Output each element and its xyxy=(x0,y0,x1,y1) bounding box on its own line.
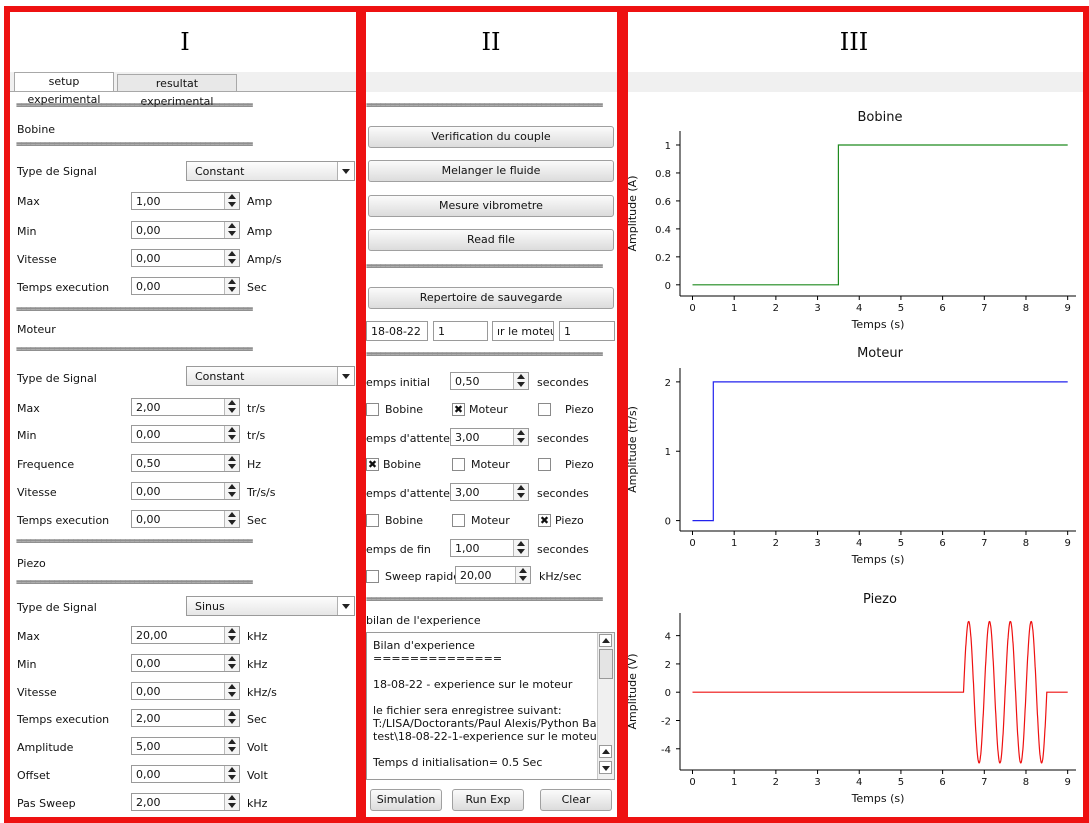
x-tick-label: 0 xyxy=(689,538,695,549)
y-tick-label: 0 xyxy=(665,281,671,292)
x-tick-label: 2 xyxy=(773,303,779,314)
y-axis-label: Amplitude (V) xyxy=(626,654,639,730)
x-tick-label: 8 xyxy=(1023,303,1029,314)
x-tick-label: 6 xyxy=(939,303,945,314)
x-tick-label: 7 xyxy=(981,538,987,549)
y-tick-label: 0.6 xyxy=(655,197,671,208)
x-tick-label: 4 xyxy=(856,777,862,788)
y-tick-label: -4 xyxy=(661,745,671,756)
x-tick-label: 8 xyxy=(1023,538,1029,549)
y-tick-label: 2 xyxy=(665,378,671,389)
y-tick-label: 0.4 xyxy=(655,225,671,236)
x-axis-label: Temps (s) xyxy=(851,318,905,331)
x-tick-label: 3 xyxy=(814,538,820,549)
series-line xyxy=(692,144,1068,286)
x-tick-label: 1 xyxy=(731,538,737,549)
x-tick-label: 7 xyxy=(981,777,987,788)
series-line xyxy=(692,381,1068,522)
y-tick-label: 2 xyxy=(665,660,671,671)
plots-svg: 0 1 2 3 4 5 6 7 8 9 0 0.2 0.4 0.6 0.8 1 Temps (s) Amplitu… xyxy=(626,131,1076,805)
x-tick-label: 5 xyxy=(898,303,904,314)
y-tick-label: 0.8 xyxy=(655,169,671,180)
x-tick-label: 5 xyxy=(898,538,904,549)
x-tick-label: 9 xyxy=(1064,777,1070,788)
x-tick-label: 5 xyxy=(898,777,904,788)
y-tick-label: 0.2 xyxy=(655,253,671,264)
x-tick-label: 0 xyxy=(689,777,695,788)
x-tick-label: 7 xyxy=(981,303,987,314)
x-tick-label: 9 xyxy=(1064,303,1070,314)
x-tick-label: 3 xyxy=(814,777,820,788)
x-tick-label: 3 xyxy=(814,303,820,314)
y-tick-label: 4 xyxy=(665,632,671,643)
y-axis-label: Amplitude (tr/s) xyxy=(626,406,639,493)
x-tick-label: 6 xyxy=(939,777,945,788)
y-axis-label: Amplitude (A) xyxy=(626,176,639,252)
x-tick-label: 8 xyxy=(1023,777,1029,788)
x-axis-label: Temps (s) xyxy=(851,792,905,805)
x-tick-label: 9 xyxy=(1064,538,1070,549)
y-tick-label: 1 xyxy=(665,447,671,458)
x-tick-label: 4 xyxy=(856,538,862,549)
y-tick-label: -2 xyxy=(661,716,671,727)
x-tick-label: 4 xyxy=(856,303,862,314)
series-line xyxy=(692,620,1068,764)
x-axis-label: Temps (s) xyxy=(851,553,905,566)
x-tick-label: 6 xyxy=(939,538,945,549)
y-tick-label: 1 xyxy=(665,141,671,152)
x-tick-label: 2 xyxy=(773,777,779,788)
x-tick-label: 2 xyxy=(773,538,779,549)
x-tick-label: 1 xyxy=(731,777,737,788)
x-tick-label: 0 xyxy=(689,303,695,314)
y-tick-label: 0 xyxy=(665,517,671,528)
y-tick-label: 0 xyxy=(665,688,671,699)
x-tick-label: 1 xyxy=(731,303,737,314)
